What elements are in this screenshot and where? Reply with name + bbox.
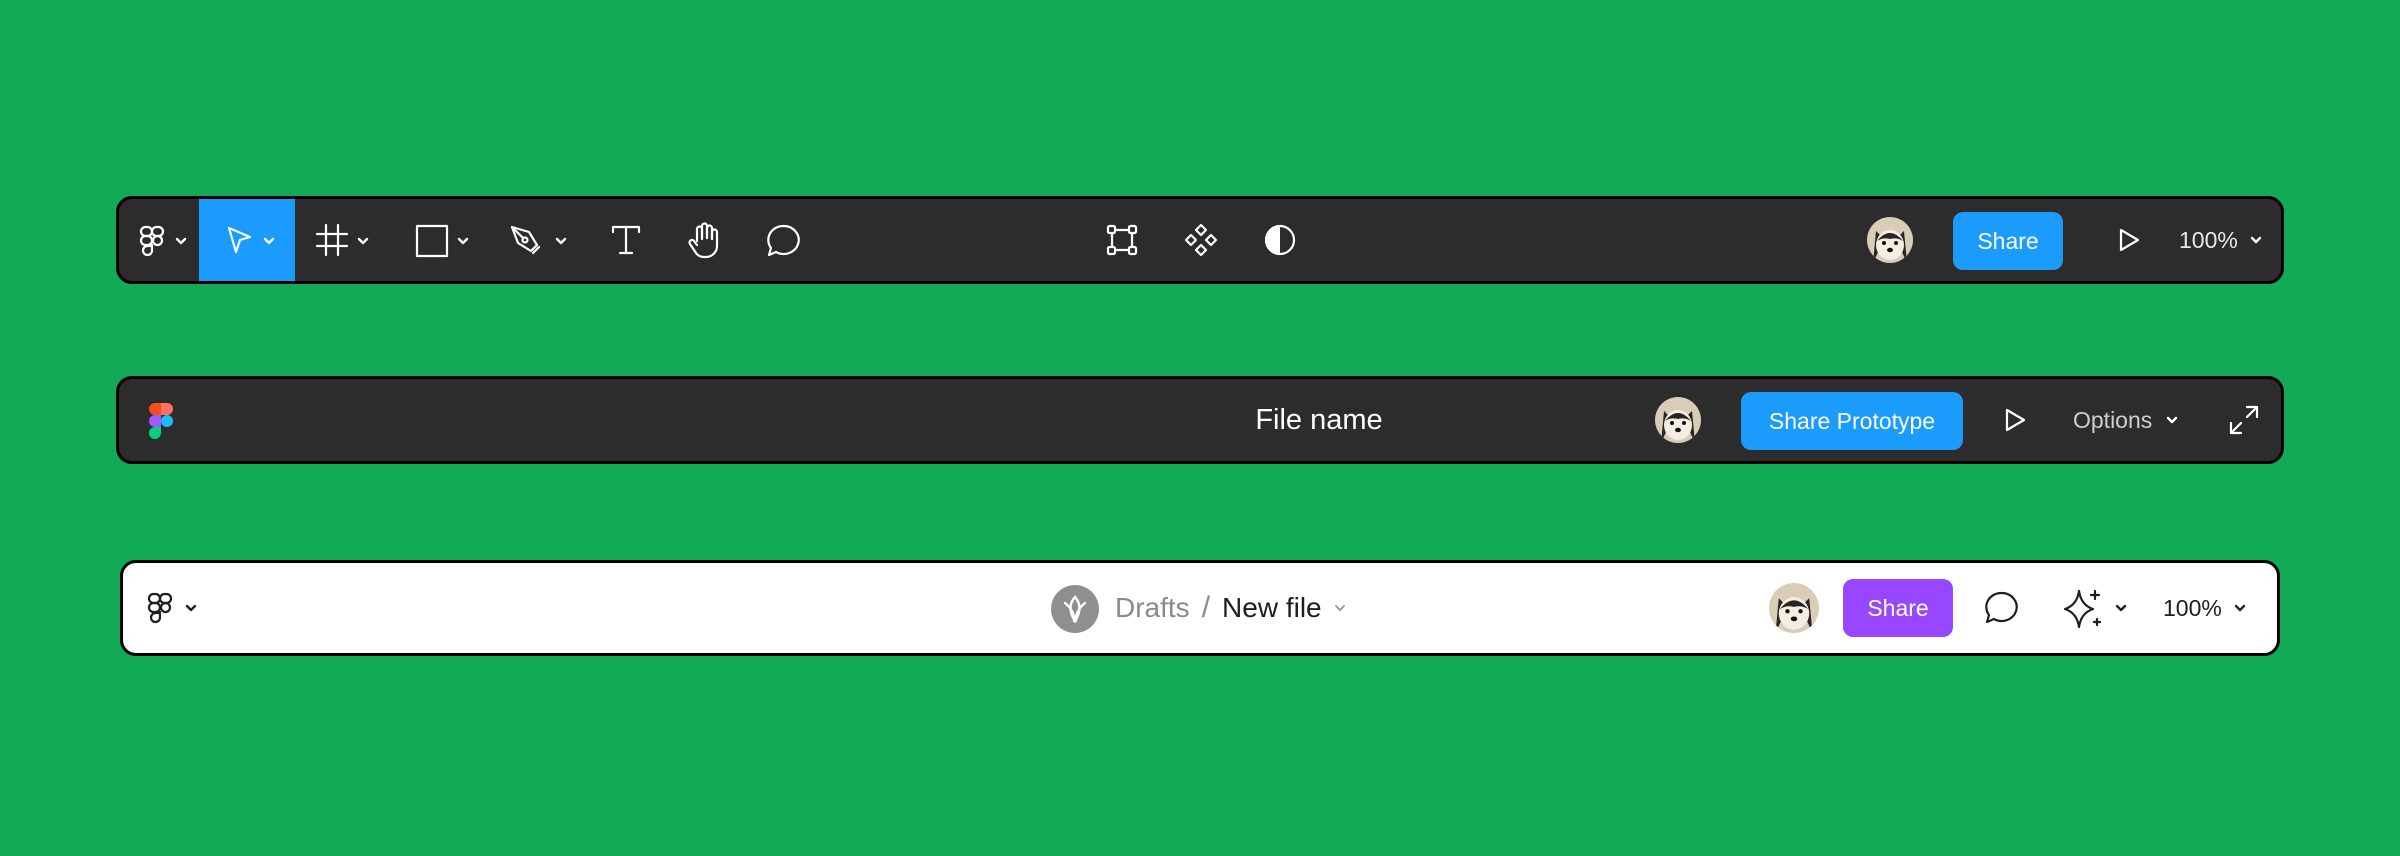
- zoom-level: 100%: [2179, 226, 2238, 253]
- pen-tool-button[interactable]: [509, 199, 579, 281]
- transform-icon[interactable]: [1105, 223, 1139, 257]
- breadcrumb: Drafts / New file: [1115, 563, 1346, 653]
- comment-icon[interactable]: [1983, 590, 2021, 626]
- chevron-down-icon: [185, 604, 197, 612]
- chevron-down-icon: [263, 237, 275, 245]
- main-menu-button[interactable]: [123, 563, 203, 653]
- frame-tool-button[interactable]: [315, 199, 395, 281]
- play-icon[interactable]: [2003, 407, 2027, 433]
- main-menu-button[interactable]: [119, 199, 199, 281]
- chevron-down-icon: [555, 237, 567, 245]
- share-prototype-button[interactable]: Share Prototype: [1741, 392, 1963, 450]
- figma-logo-icon[interactable]: [149, 403, 173, 439]
- move-cursor-icon: [227, 226, 252, 254]
- rectangle-icon: [415, 224, 449, 258]
- contrast-icon[interactable]: [1263, 223, 1297, 257]
- move-tool-button[interactable]: [199, 199, 295, 281]
- chevron-down-icon: [357, 237, 369, 245]
- editor-toolbar: Share 100%: [116, 196, 2284, 284]
- component-icon[interactable]: [1183, 222, 1219, 258]
- prototype-toolbar: File name Share Prototype Options: [116, 376, 2284, 464]
- figma-logo-icon: [147, 592, 173, 624]
- breadcrumb-drafts[interactable]: Drafts: [1115, 592, 1190, 624]
- chevron-down-icon: [457, 237, 469, 245]
- play-icon[interactable]: [2117, 227, 2141, 253]
- frame-icon: [315, 223, 349, 257]
- sparkle-icon: [2063, 589, 2102, 629]
- file-toolbar: Drafts / New file Share 100%: [120, 560, 2280, 656]
- avatar[interactable]: [1769, 583, 1819, 633]
- zoom-dropdown[interactable]: 100%: [2163, 563, 2273, 653]
- figma-logo-icon: [139, 225, 165, 257]
- chevron-down-icon[interactable]: [1334, 604, 1346, 612]
- chevron-down-icon: [2115, 604, 2127, 612]
- zoom-level: 100%: [2163, 594, 2222, 621]
- chevron-down-icon: [2234, 604, 2246, 612]
- chevron-down-icon: [2250, 236, 2262, 244]
- share-button[interactable]: Share: [1843, 579, 1953, 637]
- comment-icon[interactable]: [765, 223, 803, 259]
- share-button[interactable]: Share: [1953, 212, 2063, 270]
- options-dropdown[interactable]: Options: [2073, 379, 2193, 461]
- avatar[interactable]: [1867, 217, 1913, 263]
- team-icon[interactable]: [1051, 585, 1099, 633]
- options-label: Options: [2073, 406, 2153, 433]
- ai-actions-button[interactable]: [2059, 563, 2139, 653]
- avatar[interactable]: [1655, 397, 1701, 443]
- pen-icon: [510, 225, 541, 255]
- breadcrumb-separator: /: [1201, 591, 1211, 624]
- hand-icon[interactable]: [687, 221, 725, 261]
- expand-icon[interactable]: [2227, 403, 2261, 437]
- file-name[interactable]: File name: [1119, 379, 1519, 461]
- chevron-down-icon: [175, 237, 187, 245]
- shape-tool-button[interactable]: [415, 199, 485, 281]
- text-icon[interactable]: [609, 223, 643, 257]
- zoom-dropdown[interactable]: 100%: [2179, 199, 2279, 281]
- chevron-down-icon: [2167, 416, 2178, 424]
- file-name[interactable]: New file: [1222, 592, 1322, 624]
